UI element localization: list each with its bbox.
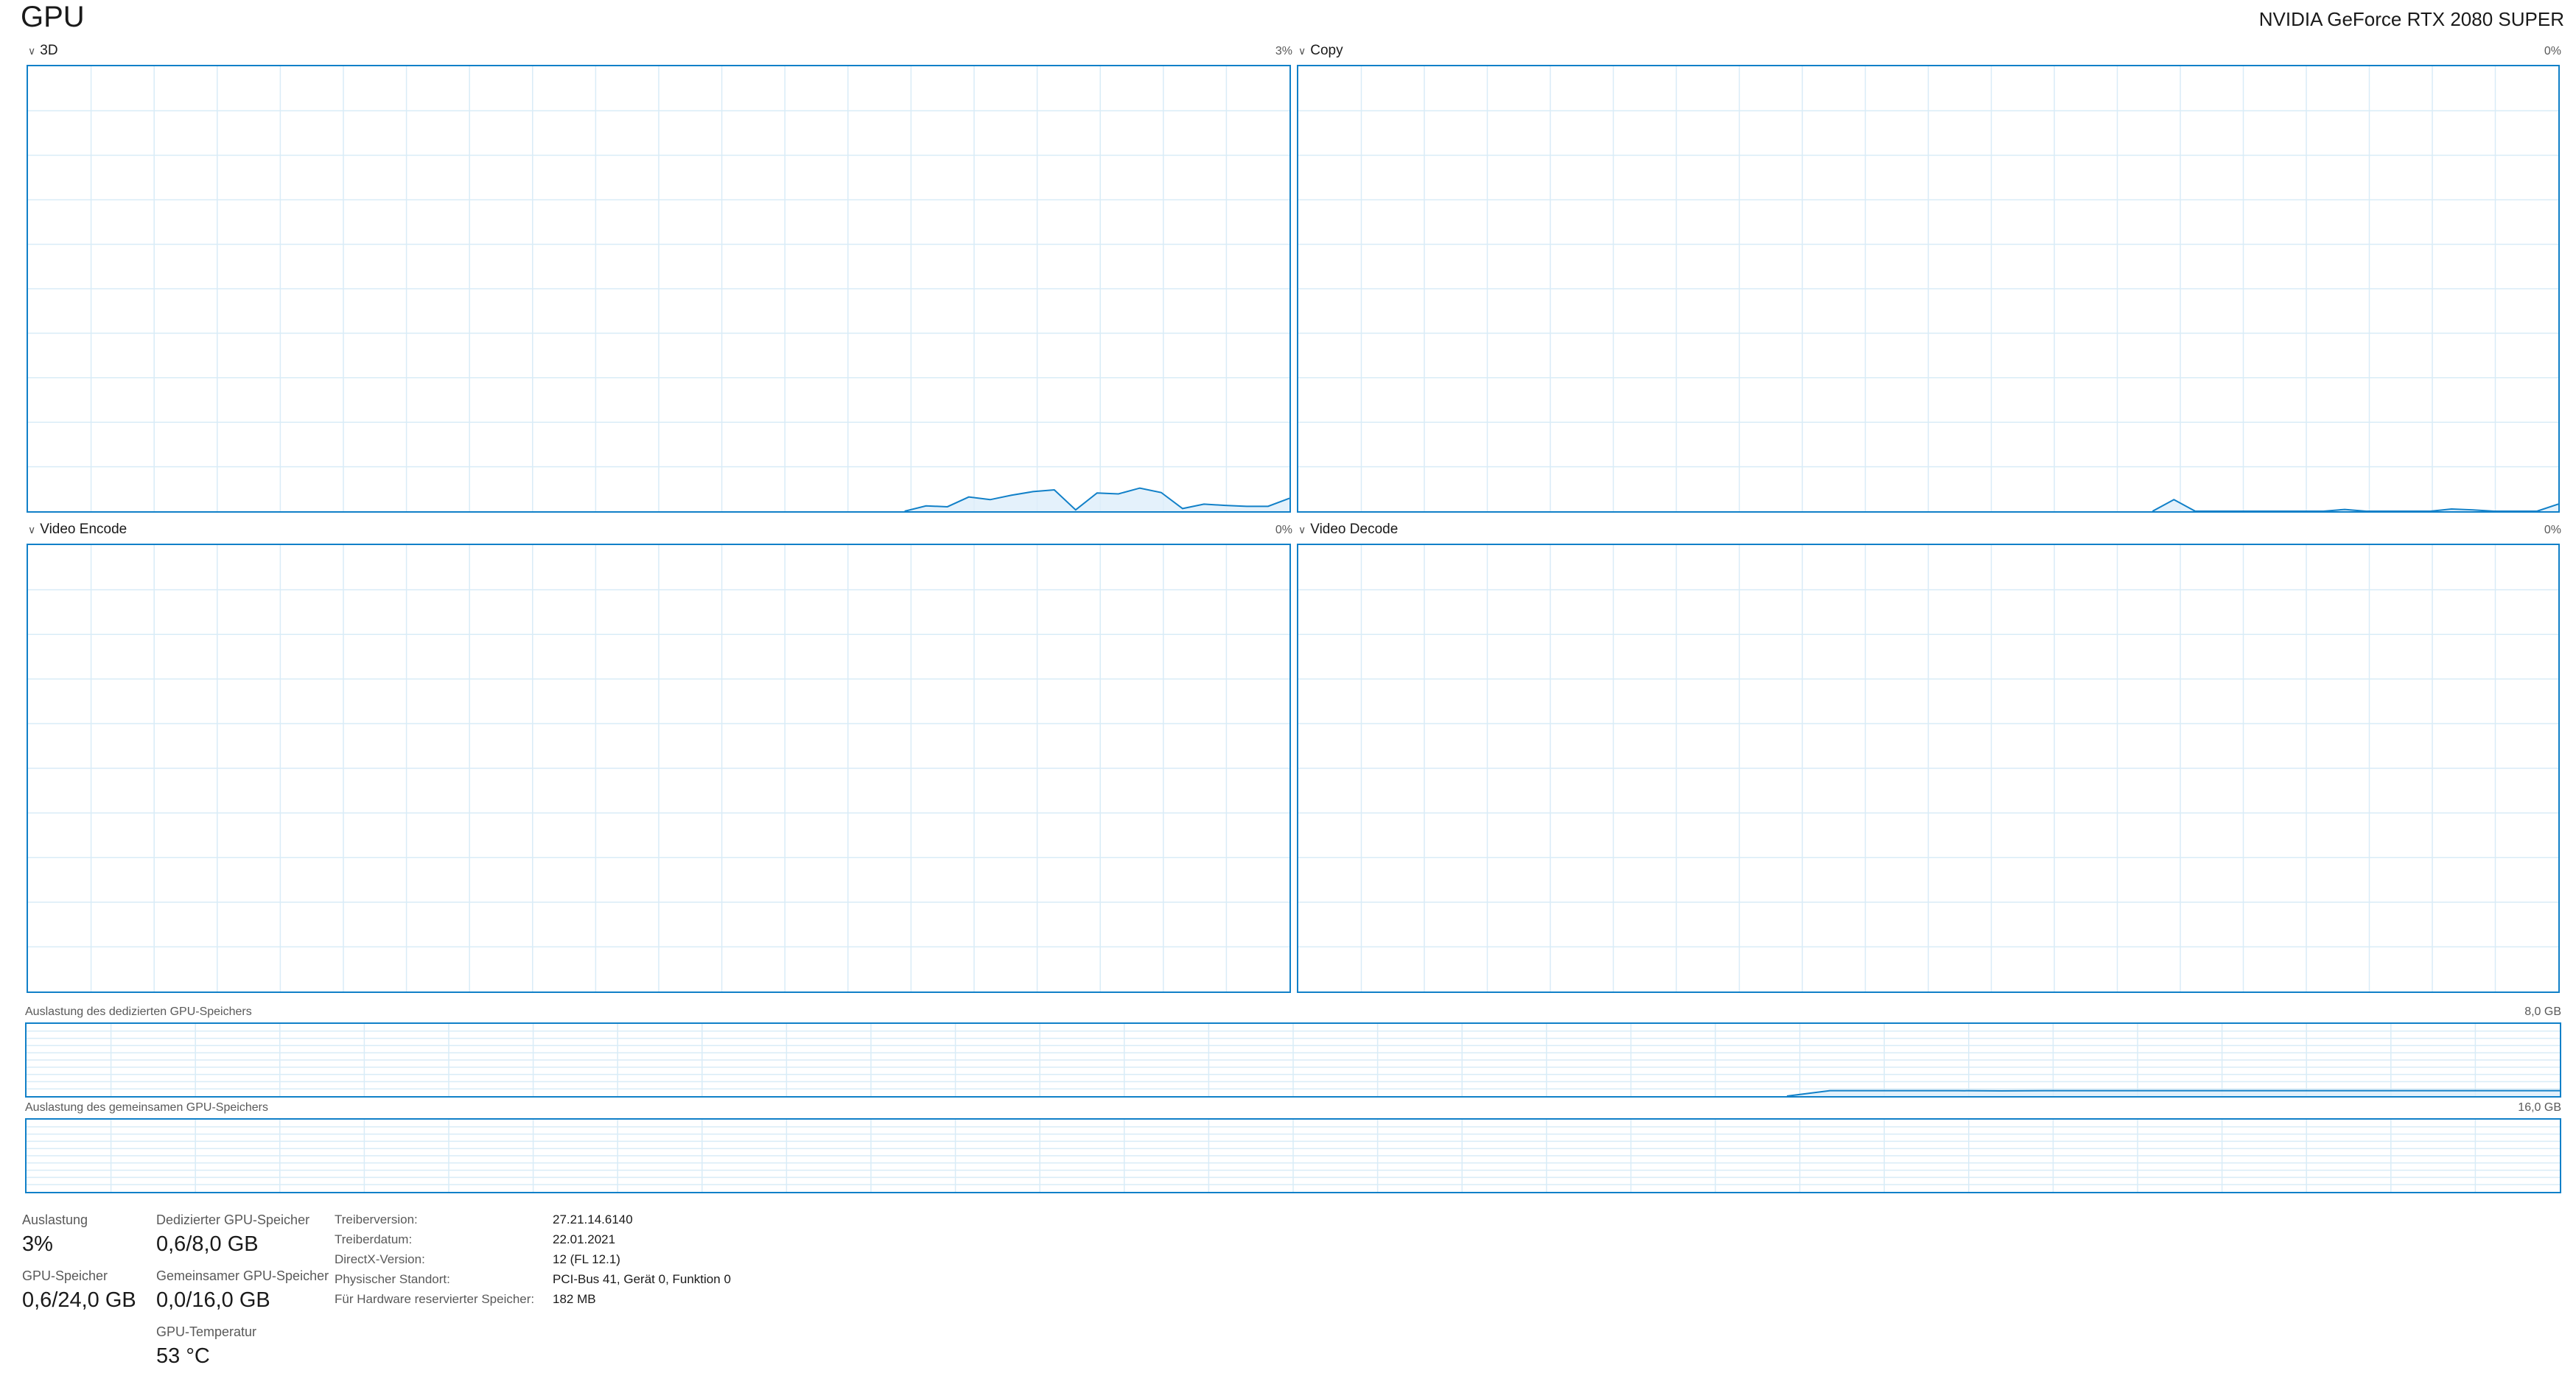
gpu-device-name: NVIDIA GeForce RTX 2080 SUPER	[2258, 8, 2564, 30]
panel-copy-label: Copy	[1310, 43, 1343, 58]
shared-memory-stat-value: 0,0/16,0 GB	[156, 1288, 270, 1312]
panel-video-encode-label: Video Encode	[40, 522, 127, 537]
panel-copy-selector[interactable]: ∨ Copy	[1298, 43, 1343, 59]
shared-memory-max: 16,0 GB	[2518, 1101, 2561, 1114]
dedicated-memory-stat-label: Dedizierter GPU-Speicher	[156, 1212, 310, 1227]
temperature-value: 53 °C	[156, 1344, 210, 1368]
panel-video-decode-selector[interactable]: ∨ Video Decode	[1298, 522, 1398, 538]
chevron-down-icon: ∨	[1298, 524, 1306, 536]
panel-video-encode-selector[interactable]: ∨ Video Encode	[28, 522, 127, 538]
graph-plot	[28, 545, 1289, 991]
dedicated-memory-max: 8,0 GB	[2524, 1005, 2561, 1018]
graph-plot	[27, 1120, 2560, 1192]
info-key: Treiberversion:	[335, 1212, 418, 1226]
panel-3d-value: 3%	[1275, 45, 1292, 57]
series-area	[2152, 499, 2558, 511]
info-key: Physischer Standort:	[335, 1272, 450, 1286]
panel-copy-value: 0%	[2544, 45, 2561, 57]
graph-video-decode	[1297, 544, 2560, 993]
dedicated-memory-label: Auslastung des dedizierten GPU-Speichers	[25, 1005, 252, 1018]
info-value: 12 (FL 12.1)	[553, 1252, 620, 1266]
panel-3d-selector[interactable]: ∨ 3D	[28, 43, 58, 59]
info-key: Treiberdatum:	[335, 1232, 413, 1246]
graph-plot	[27, 1024, 2560, 1096]
info-value: 27.21.14.6140	[553, 1212, 633, 1226]
info-key: Für Hardware reservierter Speicher:	[335, 1292, 535, 1306]
info-value: PCI-Bus 41, Gerät 0, Funktion 0	[553, 1272, 731, 1286]
info-value: 182 MB	[553, 1292, 596, 1306]
temperature-label: GPU-Temperatur	[156, 1324, 257, 1339]
graph-plot	[1298, 66, 2558, 511]
panel-video-decode-label: Video Decode	[1310, 522, 1399, 537]
shared-memory-stat-label: Gemeinsamer GPU-Speicher	[156, 1268, 329, 1283]
graph-3d	[27, 65, 1291, 513]
chevron-down-icon: ∨	[28, 45, 36, 57]
graph-plot	[1298, 545, 2558, 991]
dedicated-memory-stat-value: 0,6/8,0 GB	[156, 1232, 259, 1256]
graph-shared-memory	[25, 1118, 2561, 1193]
gpu-memory-value: 0,6/24,0 GB	[22, 1288, 136, 1312]
gpu-memory-label: GPU-Speicher	[22, 1268, 108, 1283]
panel-video-encode-value: 0%	[1275, 524, 1292, 536]
graph-plot	[28, 66, 1289, 511]
page-title: GPU	[21, 1, 85, 33]
series-area	[1787, 1090, 2560, 1096]
info-value: 22.01.2021	[553, 1232, 616, 1246]
series-line	[2152, 499, 2558, 511]
graph-video-encode	[27, 544, 1291, 993]
info-key: DirectX-Version:	[335, 1252, 425, 1266]
shared-memory-label: Auslastung des gemeinsamen GPU-Speichers	[25, 1101, 268, 1114]
chevron-down-icon: ∨	[28, 524, 36, 536]
usage-label: Auslastung	[22, 1212, 88, 1227]
graph-copy	[1297, 65, 2560, 513]
panel-video-decode-value: 0%	[2544, 524, 2561, 536]
panel-3d-label: 3D	[40, 43, 58, 58]
chevron-down-icon: ∨	[1298, 45, 1306, 57]
usage-value: 3%	[22, 1232, 53, 1256]
graph-dedicated-memory	[25, 1022, 2561, 1098]
